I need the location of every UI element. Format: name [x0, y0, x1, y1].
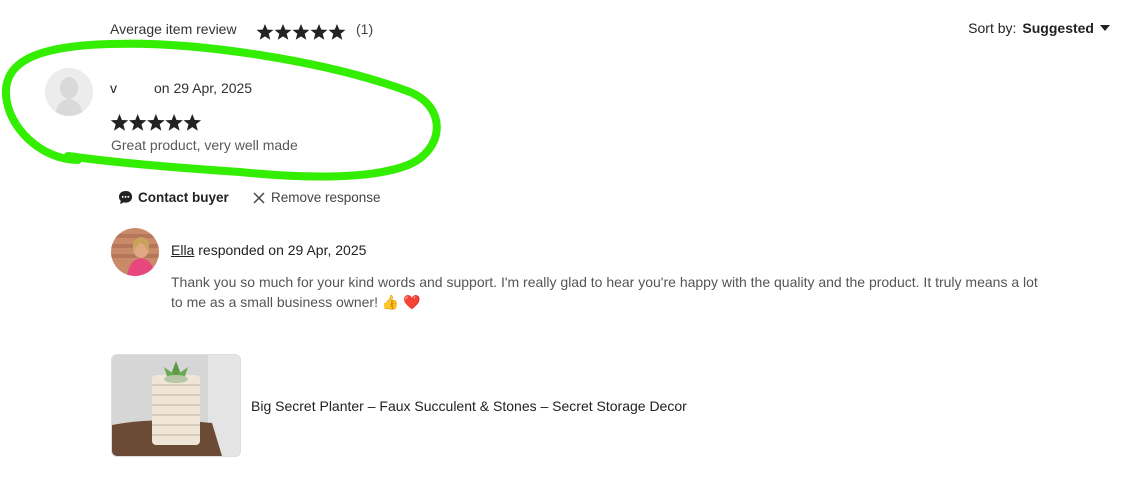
remove-response-label: Remove response — [271, 190, 381, 205]
review-date: on 29 Apr, 2025 — [154, 80, 253, 96]
review-rating-stars — [110, 113, 202, 132]
listing-thumbnail[interactable] — [111, 354, 241, 457]
seller-photo — [111, 228, 159, 276]
reviewer-avatar — [45, 68, 93, 116]
star-icon — [128, 114, 147, 131]
star-icon — [310, 24, 328, 40]
star-icon-row — [256, 24, 346, 40]
review-count: (1) — [356, 21, 374, 37]
chat-icon — [118, 190, 133, 205]
star-icon — [256, 24, 274, 40]
listing-title-link[interactable]: Big Secret Planter – Faux Succulent & St… — [251, 398, 687, 414]
average-review-label: Average item review — [110, 21, 237, 37]
star-icon — [328, 24, 346, 40]
response-date: responded on 29 Apr, 2025 — [194, 242, 367, 258]
remove-response-button[interactable]: Remove response — [252, 190, 381, 205]
seller-name-link[interactable]: Ella — [171, 242, 194, 258]
reviewer-name[interactable]: v — [110, 80, 117, 96]
sort-label: Sort by: — [968, 20, 1017, 36]
sort-dropdown[interactable]: Sort by: Suggested — [968, 20, 1110, 36]
contact-buyer-label: Contact buyer — [138, 190, 229, 205]
star-icon — [147, 114, 165, 131]
average-rating-stars — [256, 23, 346, 41]
contact-buyer-button[interactable]: Contact buyer — [118, 190, 229, 205]
star-icon — [274, 24, 292, 40]
planter-image — [112, 355, 240, 456]
seller-avatar — [111, 228, 159, 276]
sort-value: Suggested — [1022, 20, 1094, 36]
star-icon — [165, 114, 183, 131]
star-icon — [183, 114, 202, 131]
caret-down-icon — [1100, 25, 1110, 31]
review-text: Great product, very well made — [111, 137, 298, 153]
star-icon-row — [110, 114, 202, 131]
response-header: Ella responded on 29 Apr, 2025 — [171, 242, 366, 258]
star-icon — [110, 114, 129, 131]
default-avatar-icon — [45, 68, 93, 116]
response-text: Thank you so much for your kind words an… — [171, 274, 1038, 310]
close-icon — [253, 191, 265, 204]
star-icon — [292, 24, 310, 40]
